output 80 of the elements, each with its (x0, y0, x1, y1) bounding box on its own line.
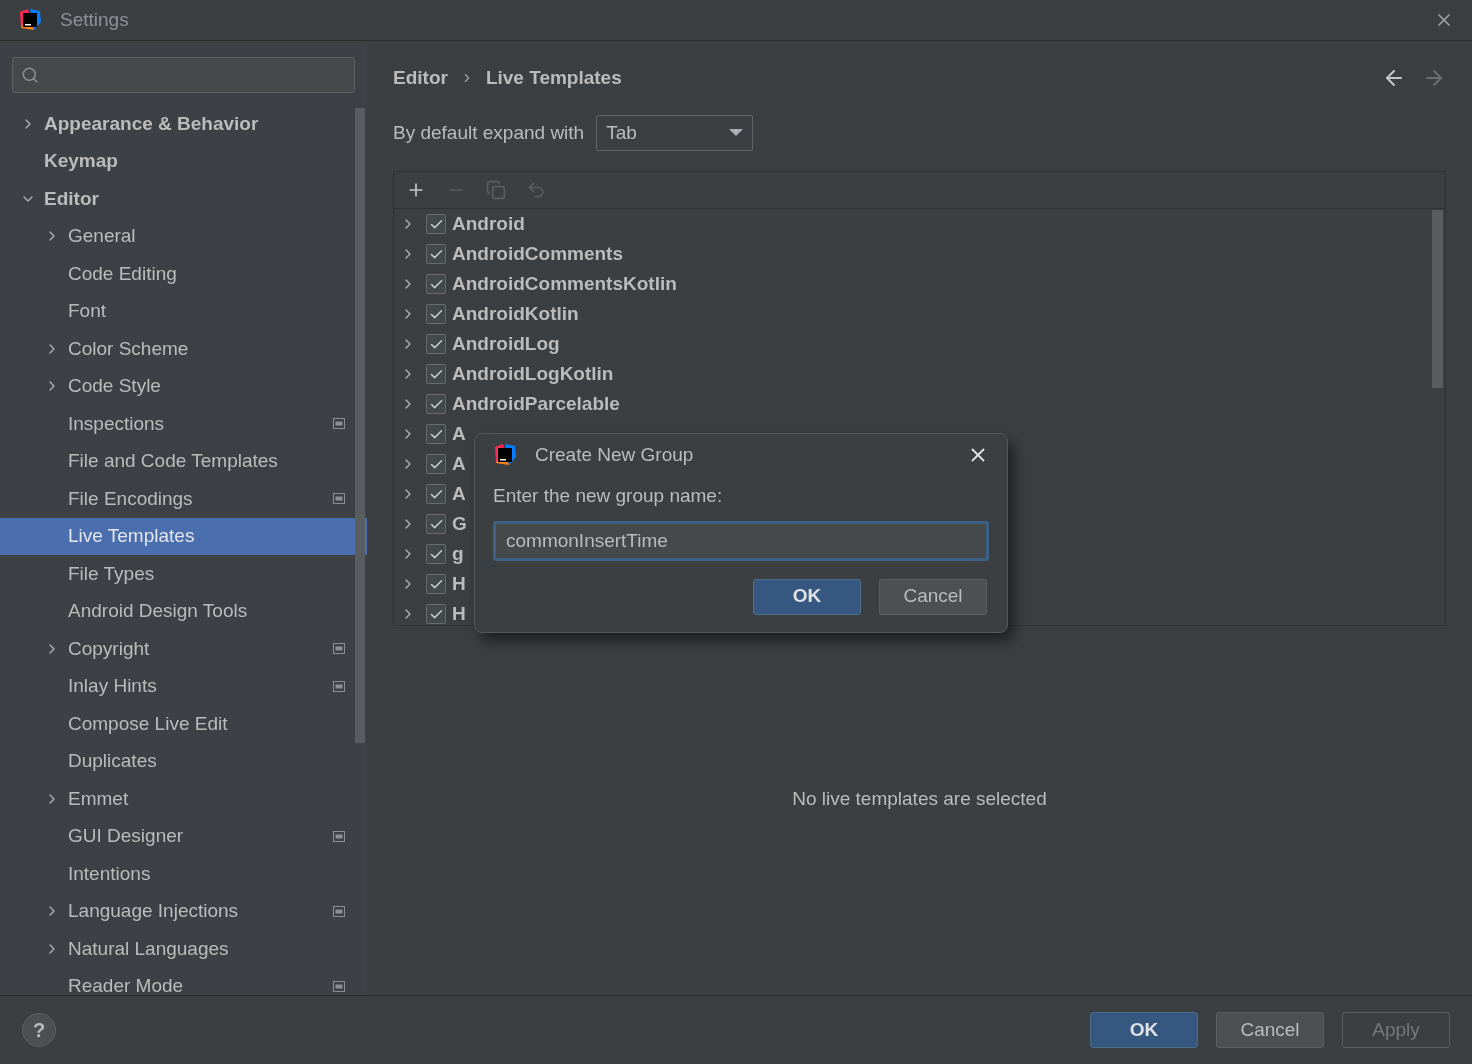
sidebar-item[interactable]: Keymap (0, 142, 367, 180)
template-group-name: AndroidKotlin (452, 301, 579, 326)
sidebar-item[interactable]: File Encodings (0, 480, 367, 518)
dialog-button[interactable]: Cancel (1216, 1012, 1324, 1048)
sidebar-item[interactable]: Inspections (0, 405, 367, 443)
sidebar-item[interactable]: Duplicates (0, 742, 367, 780)
app-logo-icon (18, 8, 42, 32)
sidebar-item[interactable]: Reader Mode (0, 967, 367, 995)
template-group-checkbox[interactable] (426, 544, 446, 564)
template-group-name: g (452, 541, 464, 566)
template-group-name: AndroidComments (452, 241, 623, 266)
sidebar-item[interactable]: File Types (0, 555, 367, 593)
sidebar-item[interactable]: File and Code Templates (0, 442, 367, 480)
sidebar-item[interactable]: Android Design Tools (0, 592, 367, 630)
empty-message: No live templates are selected (792, 787, 1047, 812)
dialog-title: Create New Group (535, 442, 695, 467)
template-group-checkbox[interactable] (426, 304, 446, 324)
dialog-button[interactable]: OK (753, 578, 861, 615)
help-button[interactable]: ? (22, 1013, 56, 1047)
sidebar-item[interactable]: Appearance & Behavior (0, 105, 367, 143)
search-icon (21, 66, 39, 84)
template-group-name: H (452, 601, 466, 625)
template-group-name: AndroidLog (452, 331, 560, 356)
scrollbar[interactable] (1432, 210, 1443, 388)
breadcrumb-item: Editor (393, 65, 448, 90)
template-group-checkbox[interactable] (426, 214, 446, 234)
template-group-checkbox[interactable] (426, 424, 446, 444)
sidebar-item[interactable]: Intentions (0, 855, 367, 893)
sidebar-item[interactable]: Emmet (0, 780, 367, 818)
sidebar-item[interactable]: Live Templates (0, 517, 367, 555)
project-scope-icon (333, 830, 345, 842)
template-group-checkbox[interactable] (426, 334, 446, 354)
template-group-name: G (452, 511, 467, 536)
template-group-checkbox[interactable] (426, 364, 446, 384)
breadcrumb-item: Live Templates (485, 65, 622, 90)
app-logo-icon (493, 443, 517, 467)
project-scope-icon (333, 418, 345, 430)
template-group-name: AndroidLogKotlin (452, 361, 614, 386)
sidebar-item[interactable]: Language Injections (0, 892, 367, 930)
group-name-field[interactable]: commonInsertTime (493, 520, 989, 561)
sidebar-item[interactable]: Natural Languages (0, 930, 367, 968)
expand-with-dropdown[interactable]: Tab (596, 115, 754, 151)
sidebar-item[interactable]: Color Scheme (0, 330, 367, 368)
template-group-checkbox[interactable] (426, 244, 446, 264)
dialog-button[interactable]: OK (1090, 1012, 1198, 1048)
sidebar-item[interactable]: Code Style (0, 367, 367, 405)
template-group-checkbox[interactable] (426, 484, 446, 504)
sidebar-item[interactable]: Font (0, 292, 367, 330)
template-group-name: Android (452, 211, 525, 236)
sidebar-item[interactable]: Editor (0, 180, 367, 218)
prompt-label: Enter the new group name: (493, 484, 724, 508)
scrollbar[interactable] (355, 108, 365, 743)
sidebar-item[interactable]: Copyright (0, 630, 367, 668)
sidebar-item[interactable]: Inlay Hints (0, 667, 367, 705)
dropdown-caret-icon (729, 129, 744, 137)
template-group-name: A (452, 481, 466, 506)
template-group-checkbox[interactable] (426, 574, 446, 594)
template-group-checkbox[interactable] (426, 604, 446, 624)
template-group-checkbox[interactable] (426, 454, 446, 474)
template-group-name: AndroidParcelable (452, 391, 620, 416)
template-group-name: AndroidCommentsKotlin (452, 271, 677, 296)
sidebar-item[interactable]: Compose Live Edit (0, 705, 367, 743)
search-field[interactable] (12, 57, 355, 93)
dialog-button[interactable]: Cancel (879, 578, 987, 615)
window-title: Settings (60, 7, 130, 32)
sidebar-item[interactable]: GUI Designer (0, 817, 367, 855)
template-group-checkbox[interactable] (426, 394, 446, 414)
template-group-name: H (452, 571, 466, 596)
project-scope-icon (333, 680, 345, 692)
sidebar-item[interactable]: General (0, 217, 367, 255)
template-group-checkbox[interactable] (426, 514, 446, 534)
expand-with-label: By default expand with (393, 120, 585, 145)
template-group-name: A (452, 421, 466, 446)
project-scope-icon (333, 980, 345, 992)
project-scope-icon (333, 493, 345, 505)
sidebar-item[interactable]: Code Editing (0, 255, 367, 293)
project-scope-icon (333, 905, 345, 917)
template-group-name: A (452, 451, 466, 476)
project-scope-icon (333, 643, 345, 655)
template-group-checkbox[interactable] (426, 274, 446, 294)
